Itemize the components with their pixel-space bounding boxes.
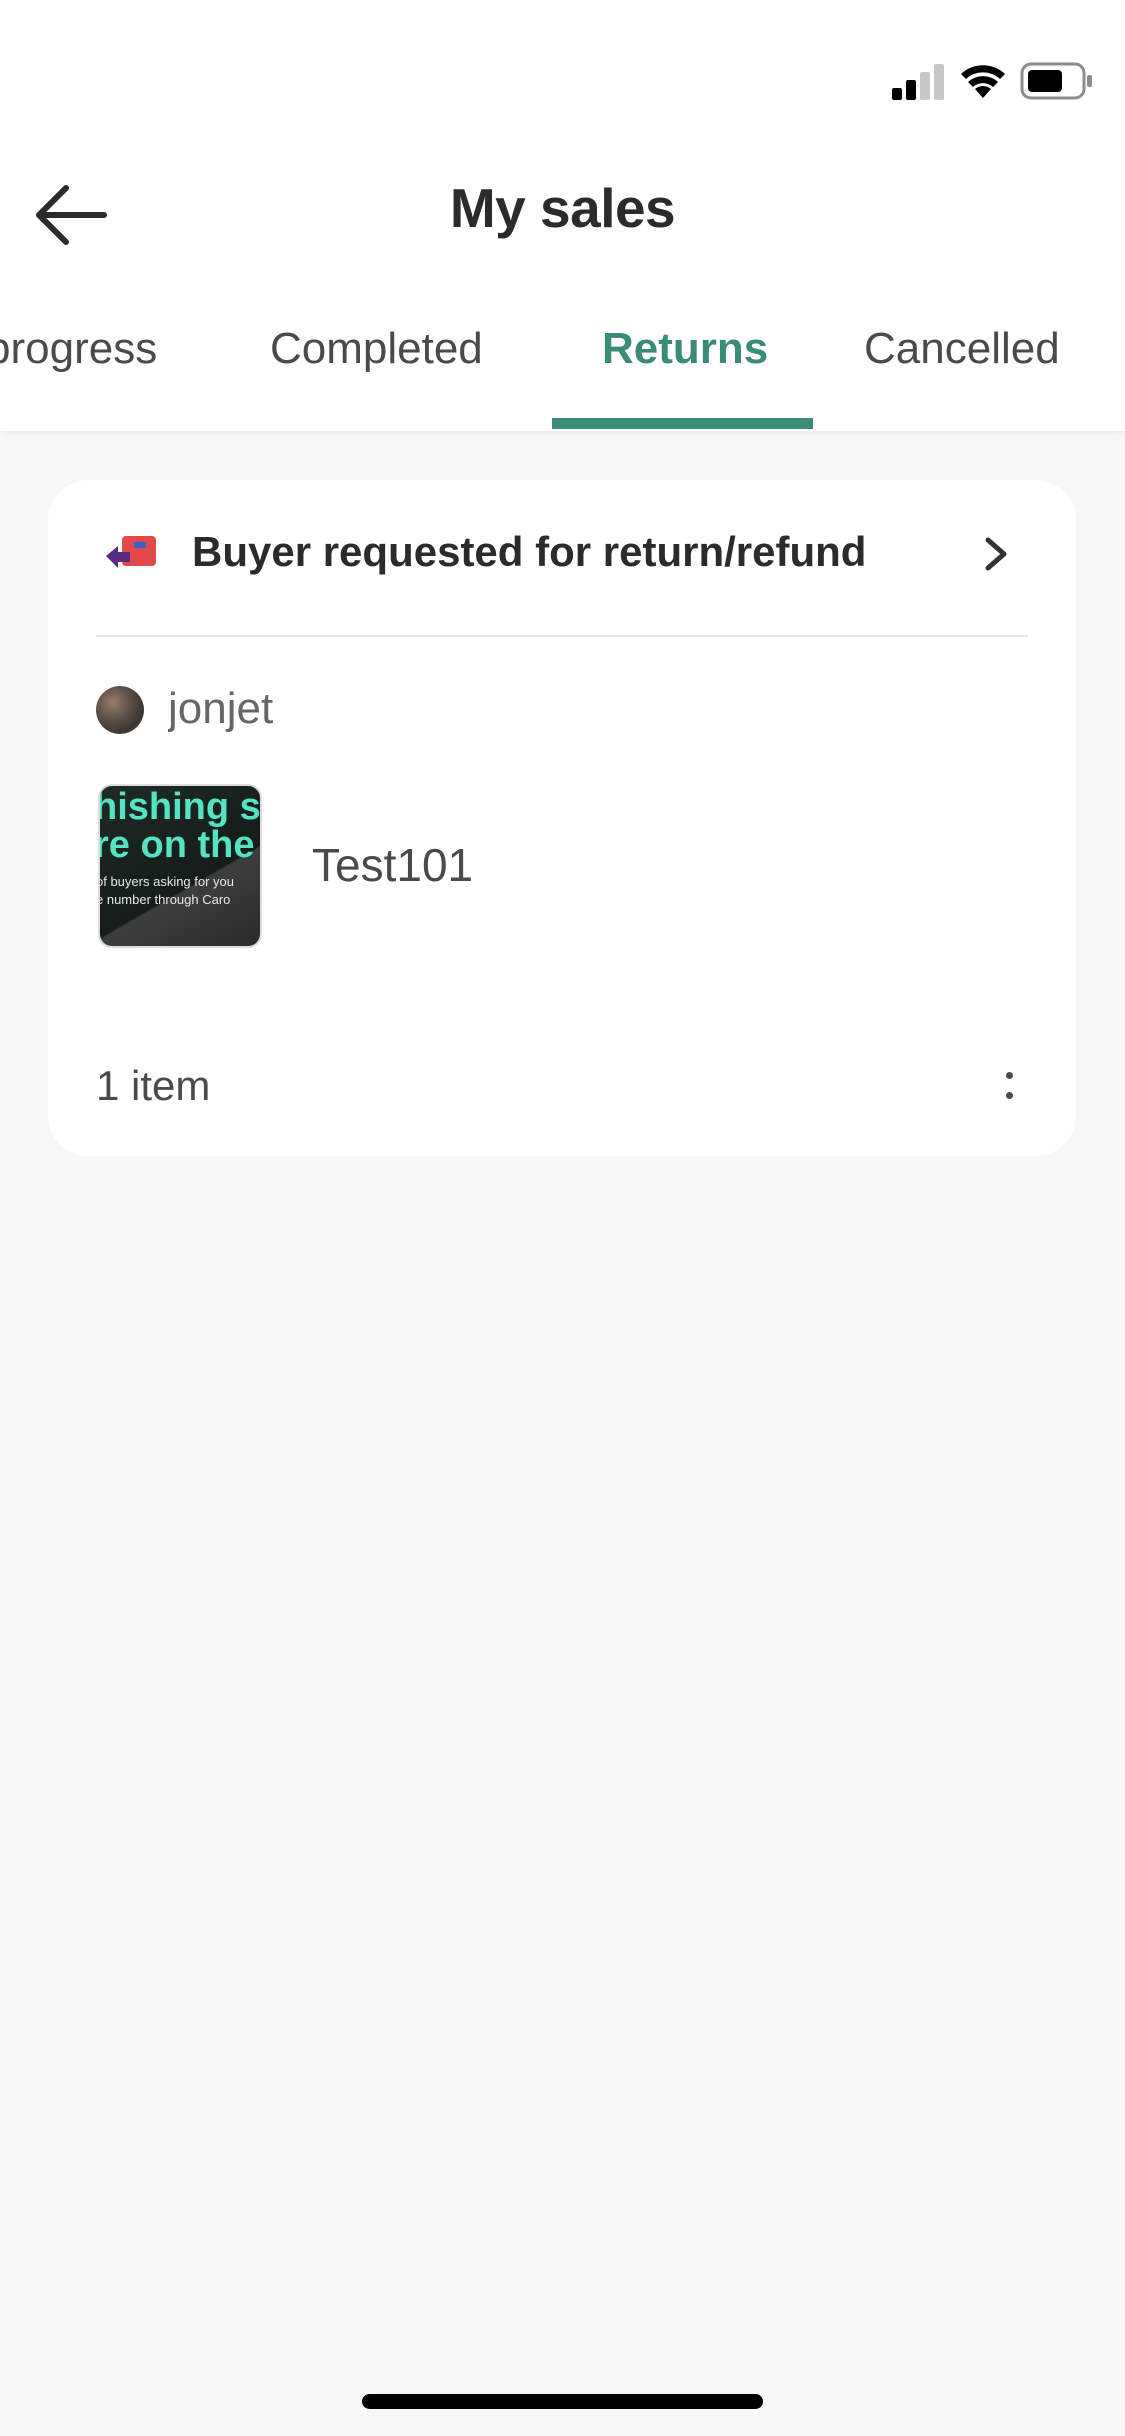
divider: [96, 635, 1028, 637]
home-indicator: [362, 2394, 763, 2409]
top-bar: My sales progress Completed Returns Canc…: [0, 0, 1125, 431]
status-bar: [0, 0, 1125, 160]
order-status-title: Buyer requested for return/refund: [192, 528, 867, 575]
avatar: [96, 686, 144, 734]
buyer-username[interactable]: jonjet: [168, 684, 276, 734]
tab-in-progress[interactable]: progress: [0, 324, 157, 431]
tab-returns[interactable]: Returns: [602, 324, 768, 431]
chevron-right-icon: [985, 537, 1007, 571]
item-count: 1 item: [96, 1062, 211, 1109]
tab-bar: progress Completed Returns Cancelled: [0, 310, 1125, 431]
tab-completed[interactable]: Completed: [270, 324, 483, 431]
battery-icon: [1020, 62, 1092, 100]
thumbnail-text-line1: hishing s: [98, 786, 261, 828]
tab-cancelled[interactable]: Cancelled: [864, 324, 1060, 431]
more-vertical-icon-dot: [1006, 1092, 1013, 1099]
thumbnail-text-line2: re on the: [98, 824, 255, 866]
more-vertical-icon-dot: [1006, 1072, 1013, 1079]
thumbnail-text-line4: e number through Caro: [98, 892, 231, 907]
return-refund-icon: [106, 536, 156, 568]
active-tab-indicator: [552, 418, 813, 429]
order-status-row[interactable]: Buyer requested for return/refund: [48, 480, 1076, 636]
more-options-button[interactable]: [988, 1052, 1028, 1122]
wifi-icon: [961, 65, 1005, 98]
thumbnail-text-line3: of buyers asking for you: [98, 874, 235, 889]
order-card[interactable]: Buyer requested for return/refund jonjet…: [48, 480, 1076, 1156]
cellular-signal-icon: [892, 64, 944, 100]
page-title: My sales: [449, 177, 676, 239]
product-thumbnail[interactable]: hishing s re on the of buyers asking for…: [98, 784, 262, 948]
product-name[interactable]: Test101: [312, 838, 473, 892]
